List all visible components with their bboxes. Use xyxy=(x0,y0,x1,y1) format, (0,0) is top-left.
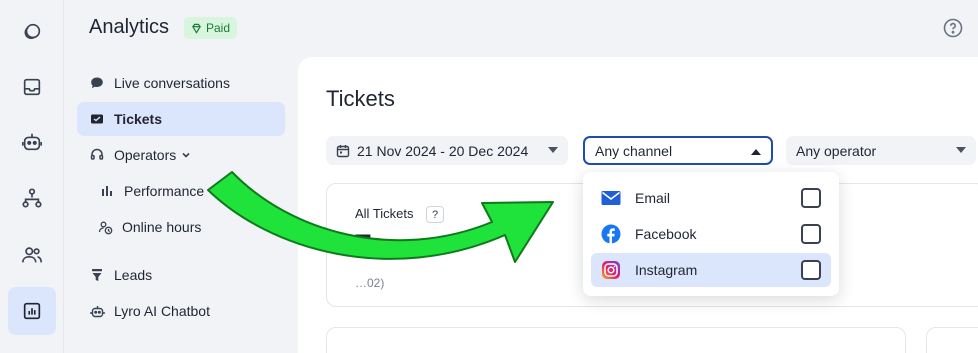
date-range-value: 21 Nov 2024 - 20 Dec 2024 xyxy=(357,142,529,159)
users-icon xyxy=(22,247,42,263)
question-icon[interactable]: ? xyxy=(426,206,444,223)
nav-operators-label: Operators xyxy=(114,147,177,163)
nav-live-conversations[interactable]: Live conversations xyxy=(79,66,285,100)
channel-select[interactable]: Any channel xyxy=(583,136,773,165)
icon-rail xyxy=(0,0,64,353)
chat-bubble-icon xyxy=(89,75,105,91)
chevron-down-icon xyxy=(182,152,190,158)
rail-chat-button[interactable] xyxy=(8,8,56,56)
rail-analytics-button[interactable] xyxy=(8,287,56,335)
nav-online-hours-label: Online hours xyxy=(122,219,202,235)
nav-leads[interactable]: Leads xyxy=(79,258,285,292)
nav-lyro-chatbot-label: Lyro AI Chatbot xyxy=(114,303,210,319)
rail-inbox-button[interactable] xyxy=(8,63,56,111)
paid-badge-label: Paid xyxy=(206,21,231,35)
chat-bubbles-icon xyxy=(24,23,41,39)
channel-option-label: Facebook xyxy=(635,226,697,242)
facebook-icon xyxy=(601,224,621,244)
nav-live-conversations-label: Live conversations xyxy=(114,75,230,91)
rail-flow-button[interactable] xyxy=(8,174,56,222)
app-title: Analytics xyxy=(89,16,170,38)
all-tickets-subtext: …02) xyxy=(355,276,385,290)
diamond-icon xyxy=(192,23,201,34)
caret-down-icon xyxy=(956,147,966,153)
all-tickets-value: 7 xyxy=(354,228,372,264)
bot-icon xyxy=(89,303,105,319)
nav-lyro-chatbot[interactable]: Lyro AI Chatbot xyxy=(79,294,285,328)
rail-users-button[interactable] xyxy=(8,231,56,279)
channel-option-label: Email xyxy=(635,190,671,206)
nav-operators[interactable]: Operators xyxy=(79,138,285,172)
nav-tickets[interactable]: Tickets xyxy=(77,102,285,136)
rail-bot-button[interactable] xyxy=(8,118,56,166)
page-title: Tickets xyxy=(326,86,395,111)
funnel-icon xyxy=(89,267,105,283)
help-icon[interactable] xyxy=(943,18,963,38)
checkbox[interactable] xyxy=(801,188,821,208)
bot-icon xyxy=(22,133,42,151)
nav-performance[interactable]: Performance xyxy=(95,174,285,208)
nav-tickets-label: Tickets xyxy=(114,111,162,127)
nav-leads-label: Leads xyxy=(114,267,153,283)
channel-option-facebook[interactable]: Facebook xyxy=(591,217,831,251)
user-clock-icon xyxy=(97,219,113,235)
operator-select-value: Any operator xyxy=(796,142,877,159)
headset-icon xyxy=(89,147,105,163)
stats-card-right xyxy=(926,327,978,353)
checkbox[interactable] xyxy=(801,260,821,280)
analytics-icon xyxy=(23,302,41,320)
channel-select-value: Any channel xyxy=(595,142,673,159)
nav-online-hours[interactable]: Online hours xyxy=(95,210,285,244)
instagram-icon xyxy=(602,261,620,279)
stats-card xyxy=(326,327,906,353)
ticket-icon xyxy=(89,111,105,127)
channel-option-instagram[interactable]: Instagram xyxy=(591,253,831,287)
flow-icon xyxy=(22,188,42,208)
channel-option-label: Instagram xyxy=(635,262,698,278)
date-range-select[interactable]: 21 Nov 2024 - 20 Dec 2024 xyxy=(326,136,568,165)
channel-option-email[interactable]: Email xyxy=(591,181,831,215)
operator-select[interactable]: Any operator xyxy=(786,136,976,165)
email-icon xyxy=(601,191,621,205)
calendar-icon xyxy=(336,144,350,157)
all-tickets-title: All Tickets xyxy=(355,206,414,221)
caret-down-icon xyxy=(548,147,558,153)
inbox-icon xyxy=(23,78,41,96)
caret-up-icon xyxy=(751,149,761,155)
bar-chart-icon xyxy=(99,183,115,199)
checkbox[interactable] xyxy=(801,224,821,244)
nav-performance-label: Performance xyxy=(124,183,205,199)
paid-badge: Paid xyxy=(184,17,238,39)
